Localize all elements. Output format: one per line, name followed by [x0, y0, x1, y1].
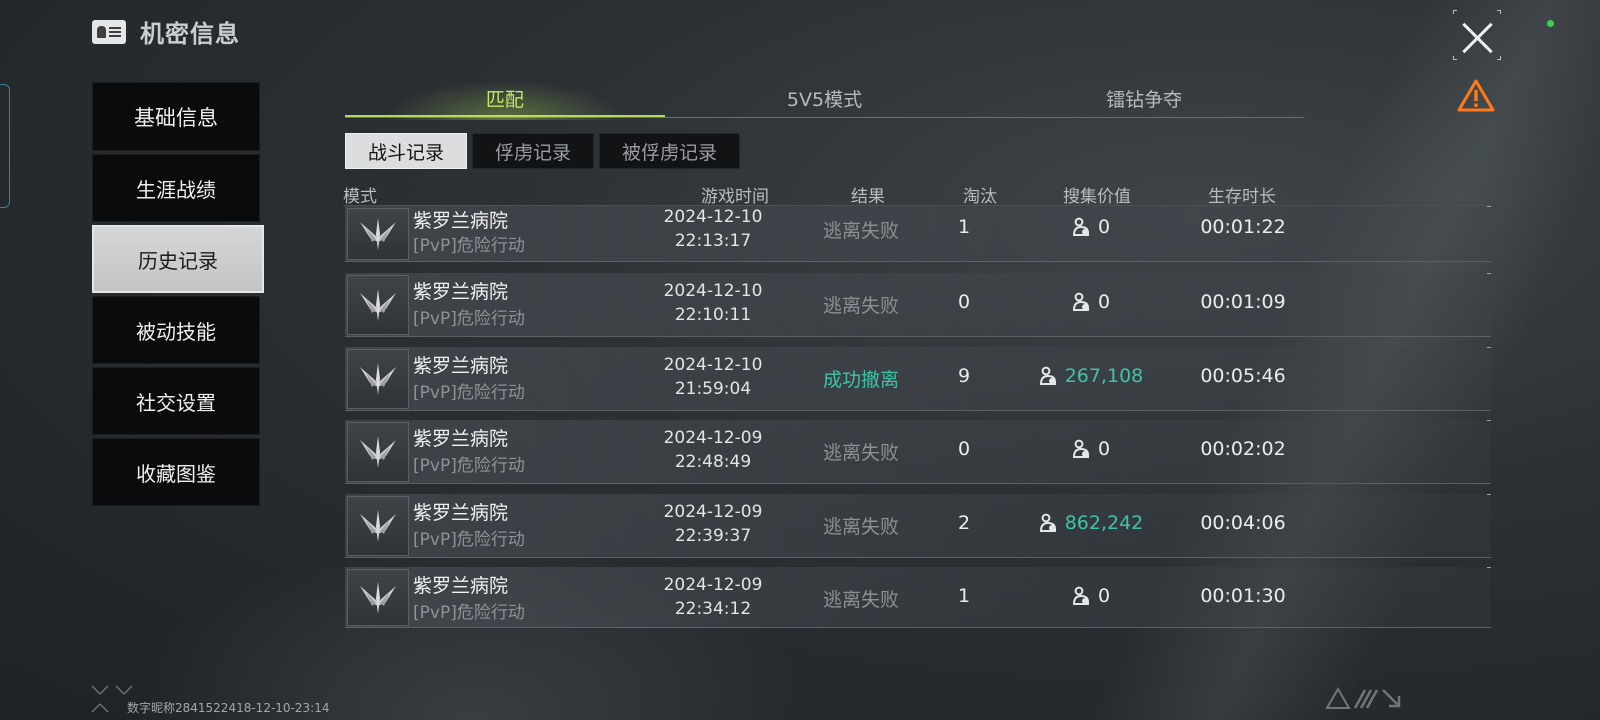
sidebar-item-basic-info[interactable]: 基础信息: [92, 82, 260, 151]
player-id-watermark: 数字昵称2841522418-12-10-23:14: [127, 701, 330, 715]
row-time: 2024-12-09 22:34:12: [663, 575, 763, 619]
column-header-survival: 生存时长: [1208, 187, 1276, 207]
table-row[interactable]: 紫罗兰病院 [PvP]危险行动 2024-12-09 22:39:37 逃离失败 …: [345, 494, 1491, 558]
row-result: 逃离失败: [822, 442, 899, 464]
row-map: 紫罗兰病院: [413, 502, 509, 524]
id-card-icon: [92, 19, 126, 44]
row-time: 2024-12-10 21:59:04: [663, 355, 763, 399]
row-map: 紫罗兰病院: [413, 428, 509, 450]
close-icon[interactable]: [1458, 18, 1498, 58]
close-corner-bl: [1453, 56, 1457, 60]
table-row[interactable]: 紫罗兰病院 [PvP]危险行动 2024-12-10 21:59:04 成功撤离 …: [345, 347, 1491, 411]
column-header-mode: 模式: [343, 187, 377, 207]
row-map: 紫罗兰病院: [413, 575, 509, 597]
row-result: 逃离失败: [822, 589, 899, 611]
row-time: 2024-12-09 22:48:49: [663, 428, 763, 472]
row-result: 逃离失败: [822, 516, 899, 538]
row-kills: 2: [957, 512, 971, 534]
row-value: 267,108: [1005, 365, 1175, 387]
column-header-result: 结果: [851, 187, 885, 207]
row-survival: 00:01:30: [1200, 585, 1286, 607]
row-survival: 00:01:09: [1200, 291, 1286, 313]
left-edge-frame: [0, 84, 10, 208]
row-value: 0: [1005, 585, 1175, 607]
sidebar-item-label: 基础信息: [134, 105, 218, 130]
row-survival: 00:04:06: [1200, 512, 1286, 534]
row-time: 2024-12-09 22:39:37: [663, 502, 763, 546]
sidebar-item-label: 收藏图鉴: [136, 461, 216, 486]
row-mode: [PvP]危险行动: [413, 236, 525, 256]
row-mode: [PvP]危险行动: [413, 383, 525, 403]
mode-emblem-icon: [347, 349, 409, 409]
tab-5v5[interactable]: 5V5模式: [665, 86, 985, 117]
mode-emblem-icon: [347, 208, 409, 260]
page-header: 机密信息: [92, 14, 240, 49]
sidebar-item-collection[interactable]: 收藏图鉴: [92, 438, 260, 506]
column-header-value: 搜集价值: [1063, 187, 1131, 207]
row-kills: 0: [957, 291, 971, 313]
close-corner-br: [1497, 56, 1501, 60]
row-mode: [PvP]危险行动: [413, 456, 525, 476]
table-row[interactable]: 紫罗兰病院 [PvP]危险行动 2024-12-09 22:34:12 逃离失败 …: [345, 567, 1491, 628]
row-value: 0: [1005, 438, 1175, 460]
sidebar-item-social-settings[interactable]: 社交设置: [92, 367, 260, 435]
row-map: 紫罗兰病院: [413, 281, 509, 303]
record-subtabs: 战斗记录 俘虏记录 被俘虏记录: [345, 133, 741, 169]
column-header-time: 游戏时间: [701, 187, 769, 207]
logo-shapes-icon: [1325, 687, 1401, 709]
subtab-captured-record[interactable]: 被俘虏记录: [599, 133, 741, 169]
table-row[interactable]: 紫罗兰病院 [PvP]危险行动 2024-12-10 22:13:17 逃离失败 …: [345, 206, 1491, 262]
row-survival: 00:05:46: [1200, 365, 1286, 387]
sidebar-item-label: 被动技能: [136, 319, 216, 344]
sidebar-item-label: 生涯战绩: [136, 177, 216, 202]
column-header-kills: 淘汰: [963, 187, 997, 207]
mode-emblem-icon: [347, 275, 409, 335]
table-header: 模式 游戏时间 结果 淘汰 搜集价值 生存时长: [343, 180, 1491, 207]
row-value: 862,242: [1005, 512, 1175, 534]
sidebar-item-label: 社交设置: [136, 390, 216, 415]
mode-tabs: 匹配 5V5模式 镭钻争夺: [345, 80, 1304, 120]
row-map: 紫罗兰病院: [413, 355, 509, 377]
row-time: 2024-12-10 22:13:17: [663, 207, 763, 251]
tab-diamond-capture[interactable]: 镭钻争夺: [984, 86, 1304, 117]
game-logo: [1325, 686, 1435, 710]
row-result: 逃离失败: [822, 220, 899, 242]
subtab-battle-record[interactable]: 战斗记录: [345, 133, 468, 169]
sidebar-item-label: 历史记录: [138, 248, 218, 273]
mode-emblem-icon: [347, 422, 409, 482]
row-kills: 9: [957, 365, 971, 387]
status-dot: [1547, 20, 1554, 27]
row-result: 成功撤离: [822, 369, 899, 391]
sidebar-item-history[interactable]: 历史记录: [92, 225, 264, 293]
close-corner-tl: [1453, 10, 1457, 14]
page-title: 机密信息: [140, 20, 240, 48]
row-mode: [PvP]危险行动: [413, 309, 525, 329]
row-result: 逃离失败: [822, 295, 899, 317]
table-row[interactable]: 紫罗兰病院 [PvP]危险行动 2024-12-09 22:48:49 逃离失败 …: [345, 420, 1491, 484]
sidebar: 基础信息 生涯战绩 历史记录 被动技能 社交设置 收藏图鉴: [92, 82, 264, 509]
subtab-capture-record[interactable]: 俘虏记录: [472, 133, 595, 169]
row-kills: 1: [957, 585, 971, 607]
row-map: 紫罗兰病院: [413, 210, 509, 232]
row-value: 0: [1005, 291, 1175, 313]
mode-emblem-icon: [347, 569, 409, 626]
sidebar-item-career-record[interactable]: 生涯战绩: [92, 154, 260, 222]
mode-emblem-icon: [347, 496, 409, 556]
close-corner-tr: [1497, 10, 1501, 14]
tab-match[interactable]: 匹配: [345, 80, 665, 120]
row-survival: 00:01:22: [1200, 216, 1286, 238]
row-value: 0: [1005, 216, 1175, 238]
row-mode: [PvP]危险行动: [413, 530, 525, 550]
row-time: 2024-12-10 22:10:11: [663, 281, 763, 325]
row-survival: 00:02:02: [1200, 438, 1286, 460]
row-mode: [PvP]危险行动: [413, 603, 525, 623]
row-kills: 1: [957, 216, 971, 238]
table-row[interactable]: 紫罗兰病院 [PvP]危险行动 2024-12-10 22:10:11 逃离失败 …: [345, 273, 1491, 337]
sidebar-item-passive-skills[interactable]: 被动技能: [92, 296, 260, 364]
warning-icon[interactable]: [1456, 78, 1496, 114]
row-kills: 0: [957, 438, 971, 460]
